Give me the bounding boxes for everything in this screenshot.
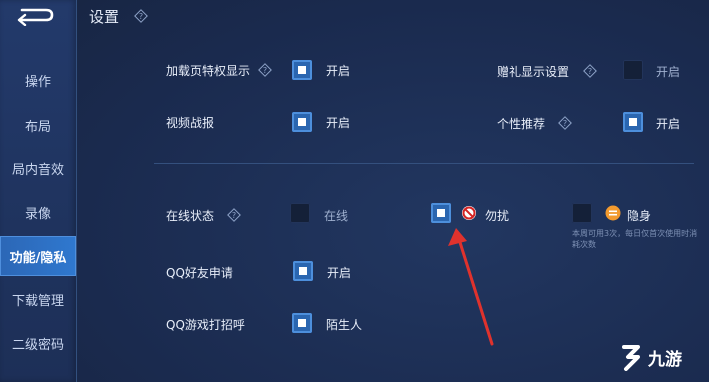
annotation-arrow-icon [448, 228, 494, 346]
personal-recommend-option: 开启 [656, 117, 681, 131]
do-not-disturb-icon [462, 206, 476, 220]
help-icon[interactable]: ? [227, 208, 241, 222]
qq-friend-request-checkbox[interactable] [293, 261, 313, 281]
gift-display-checkbox[interactable] [623, 60, 643, 80]
sidebar-item-label: 二级密码 [11, 337, 64, 353]
sidebar-item-label: 布局 [24, 119, 51, 135]
personal-recommend-checkbox[interactable] [623, 112, 643, 132]
sidebar-item-function-privacy[interactable]: 功能/隐私 [0, 236, 76, 276]
svg-text:?: ? [232, 211, 236, 220]
section-divider [154, 163, 694, 164]
sidebar-item-ingame-audio[interactable]: 局内音效 [0, 148, 76, 188]
status-online-checkbox[interactable] [290, 203, 310, 223]
status-dnd-checkbox[interactable] [431, 203, 451, 223]
sidebar-item-label: 录像 [24, 206, 51, 222]
sidebar-item-label: 局内音效 [11, 162, 64, 178]
status-online-option: 在线 [324, 209, 349, 223]
status-invisible-option: 隐身 [627, 209, 652, 223]
svg-text:?: ? [139, 12, 143, 21]
invisible-usage-note: 本周可用3次，每日仅首次使用时消耗次数 [572, 229, 698, 249]
sidebar-item-layout[interactable]: 布局 [0, 105, 76, 145]
qq-friend-request-label: QQ好友申请 [166, 266, 233, 280]
sidebar-item-label: 功能/隐私 [9, 250, 67, 266]
gift-display-option: 开启 [656, 65, 681, 79]
sidebar: 操作 布局 局内音效 录像 功能/隐私 下载管理 二级密码 [0, 0, 77, 382]
qq-friend-request-option: 开启 [327, 266, 352, 280]
qq-game-greeting-checkbox[interactable] [292, 313, 312, 333]
svg-text:?: ? [588, 67, 592, 76]
qq-game-greeting-label: QQ游戏打招呼 [166, 318, 245, 332]
status-invisible-checkbox[interactable] [572, 203, 592, 223]
gift-display-label: 赠礼显示设置 [497, 65, 570, 79]
page-title: 设置 [89, 8, 120, 26]
sidebar-item-label: 操作 [24, 74, 51, 90]
loading-privilege-checkbox[interactable] [292, 60, 312, 80]
sidebar-item-operation[interactable]: 操作 [0, 60, 76, 100]
back-button[interactable] [12, 4, 56, 27]
svg-text:?: ? [263, 66, 267, 75]
sidebar-item-replay[interactable]: 录像 [0, 192, 76, 232]
back-arrow-icon [17, 8, 54, 27]
help-icon[interactable]: ? [558, 116, 572, 130]
online-status-label: 在线状态 [166, 209, 215, 223]
video-report-checkbox[interactable] [292, 112, 312, 132]
loading-privilege-label: 加载页特权显示 [166, 64, 251, 78]
personal-recommend-label: 个性推荐 [497, 117, 546, 131]
qq-game-greeting-option: 陌生人 [326, 318, 363, 332]
video-report-label: 视频战报 [166, 116, 215, 130]
help-icon[interactable]: ? [258, 63, 272, 77]
watermark-logo: 九游 [618, 340, 698, 374]
help-icon[interactable]: ? [583, 64, 597, 78]
sidebar-item-download-manager[interactable]: 下载管理 [0, 279, 76, 319]
invisible-icon [605, 205, 621, 221]
svg-text:?: ? [563, 119, 567, 128]
video-report-option: 开启 [326, 116, 351, 130]
jiuyou-logo-icon [622, 345, 640, 371]
loading-privilege-option: 开启 [326, 64, 351, 78]
sidebar-item-secondary-password[interactable]: 二级密码 [0, 323, 76, 363]
watermark-text: 九游 [648, 349, 682, 370]
sidebar-item-label: 下载管理 [11, 293, 64, 309]
help-icon[interactable]: ? [134, 9, 148, 23]
